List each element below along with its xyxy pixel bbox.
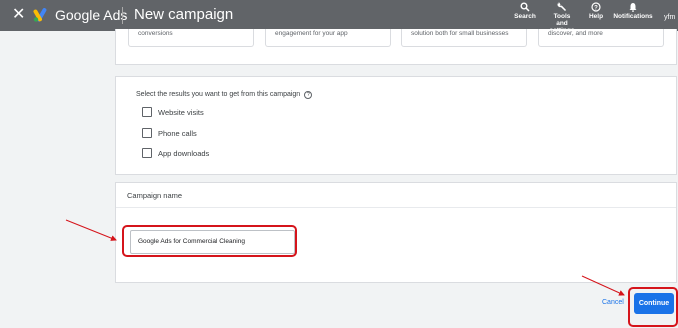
- annotation-arrows: [65, 219, 625, 296]
- arrow-to-continue: [581, 275, 625, 296]
- arrow-to-input: [65, 219, 117, 241]
